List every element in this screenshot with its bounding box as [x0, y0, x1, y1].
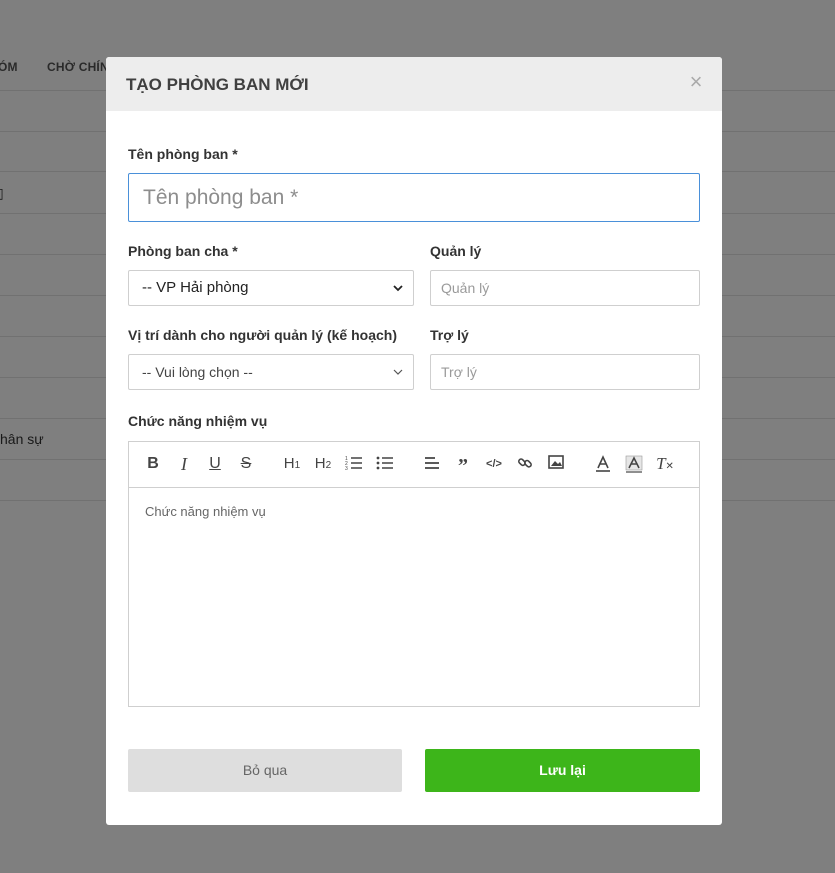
- department-name-input[interactable]: [128, 173, 700, 222]
- parent-department-value: -- VP Hải phòng: [142, 279, 249, 296]
- close-icon[interactable]: ×: [686, 71, 706, 93]
- code-icon[interactable]: </>: [482, 453, 506, 475]
- link-icon[interactable]: [513, 453, 537, 475]
- duties-label: Chức năng nhiệm vụ: [128, 413, 268, 429]
- heading2-icon[interactable]: H2: [311, 453, 335, 475]
- svg-text:3: 3: [345, 466, 348, 471]
- create-department-modal: TẠO PHÒNG BAN MỚI × Tên phòng ban * Phòn…: [106, 57, 722, 825]
- save-button[interactable]: Lưu lại: [425, 749, 700, 792]
- duties-editor: B I U S H1 H2 123 ” </> T✕ Chức năng nhi…: [128, 441, 700, 707]
- chevron-down-icon: [393, 285, 403, 292]
- heading1-icon[interactable]: H1: [280, 453, 304, 475]
- manager-input[interactable]: [430, 270, 700, 306]
- assistant-label: Trợ lý: [430, 327, 469, 343]
- clear-format-icon[interactable]: T✕: [653, 453, 677, 475]
- duties-editor-body[interactable]: Chức năng nhiệm vụ: [129, 488, 699, 706]
- manager-position-label: Vị trí dành cho người quản lý (kế hoạch): [128, 327, 398, 343]
- text-color-icon[interactable]: [591, 453, 615, 475]
- editor-toolbar: B I U S H1 H2 123 ” </> T✕: [129, 442, 699, 488]
- underline-icon[interactable]: U: [203, 453, 227, 475]
- assistant-input[interactable]: [430, 354, 700, 390]
- modal-title: TẠO PHÒNG BAN MỚI: [126, 75, 309, 94]
- background-color-icon[interactable]: [622, 453, 646, 475]
- cancel-button[interactable]: Bỏ qua: [128, 749, 402, 792]
- department-name-label: Tên phòng ban *: [128, 146, 238, 162]
- strike-icon[interactable]: S: [234, 453, 258, 475]
- chevron-down-icon: [393, 369, 403, 375]
- manager-label: Quản lý: [430, 243, 482, 259]
- manager-position-value: -- Vui lòng chọn --: [142, 364, 253, 380]
- parent-department-select[interactable]: -- VP Hải phòng: [128, 270, 414, 306]
- italic-icon[interactable]: I: [172, 453, 196, 475]
- blockquote-icon[interactable]: ”: [451, 453, 475, 477]
- bullet-list-icon[interactable]: [373, 453, 397, 475]
- manager-position-select[interactable]: -- Vui lòng chọn --: [128, 354, 414, 390]
- bold-icon[interactable]: B: [141, 453, 165, 475]
- parent-department-label: Phòng ban cha *: [128, 243, 238, 259]
- modal-header: TẠO PHÒNG BAN MỚI ×: [106, 57, 722, 111]
- align-icon[interactable]: [420, 453, 444, 475]
- image-icon[interactable]: [544, 453, 568, 475]
- ordered-list-icon[interactable]: 123: [342, 453, 366, 475]
